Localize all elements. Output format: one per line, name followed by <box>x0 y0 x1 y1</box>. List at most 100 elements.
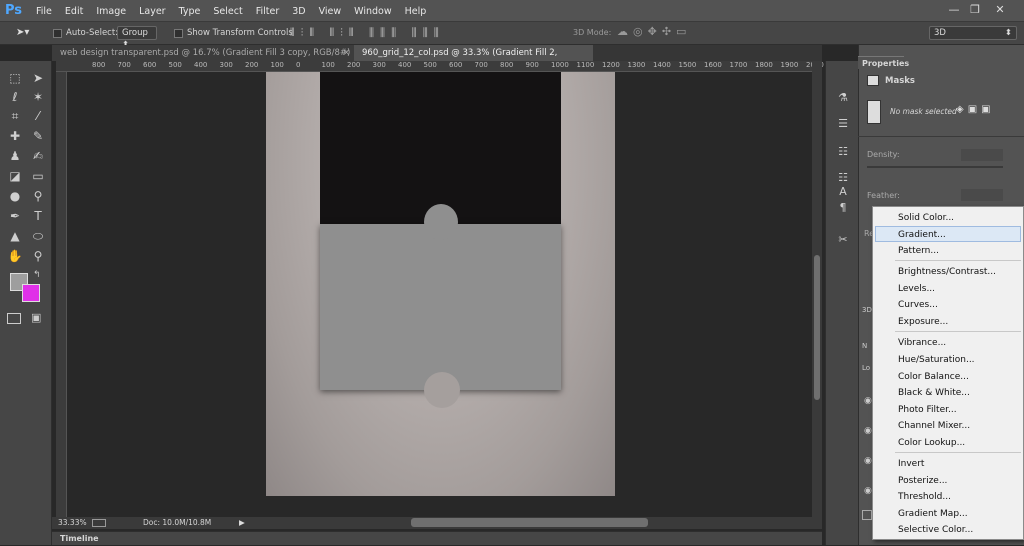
timeline-panel-tab[interactable]: Timeline <box>52 531 822 545</box>
status-preview-icon[interactable] <box>92 519 106 527</box>
tab-web-design[interactable]: web design transparent.psd @ 16.7% (Grad… <box>52 45 354 61</box>
layer-thumb-icon[interactable] <box>862 510 872 520</box>
tools-presets-icon[interactable]: ✂ <box>835 233 851 247</box>
screen-mode-icon[interactable]: ▣ <box>31 311 41 324</box>
blur-icon[interactable]: ● <box>4 187 26 206</box>
quick-mask-icon[interactable] <box>7 313 21 324</box>
vertical-scroll-thumb[interactable] <box>814 255 820 400</box>
eye-icon[interactable]: ◉ <box>864 396 872 406</box>
eraser-icon[interactable]: ◪ <box>4 167 26 186</box>
ruler-tick-label: 400 <box>194 61 208 69</box>
dodge-icon[interactable]: ⚲ <box>27 187 49 206</box>
auto-select-checkbox[interactable] <box>53 29 62 38</box>
brush-icon[interactable]: ✎ <box>27 127 49 146</box>
menu-item-gradient-map[interactable]: Gradient Map... <box>873 506 1023 522</box>
mask-action-icons[interactable]: ◈▣▣ <box>956 104 1016 118</box>
menu-type[interactable]: Type <box>179 6 201 17</box>
tab-960-grid[interactable]: 960_grid_12_col.psd @ 33.3% (Gradient Fi… <box>354 45 593 74</box>
menu-item-curves[interactable]: Curves... <box>873 297 1023 313</box>
menu-item-invert[interactable]: Invert <box>873 456 1023 472</box>
n-panel-tab[interactable]: N <box>862 342 867 350</box>
shape-icon[interactable]: ⬭ <box>27 227 49 246</box>
marquee-icon[interactable]: ⬚ <box>4 69 26 88</box>
menu-filter[interactable]: Filter <box>256 6 280 17</box>
menu-image[interactable]: Image <box>96 6 126 17</box>
actions-icon[interactable]: ☷ <box>835 171 851 185</box>
show-transform-checkbox[interactable] <box>174 29 183 38</box>
menu-item-color-balance[interactable]: Color Balance... <box>873 369 1023 385</box>
crop-icon[interactable]: ⌗ <box>4 107 26 126</box>
density-field[interactable] <box>961 149 1003 161</box>
paragraph-icon[interactable]: ¶ <box>835 201 851 215</box>
magic-wand-icon[interactable]: ✶ <box>27 88 49 107</box>
history-brush-icon[interactable]: ✍ <box>27 147 49 166</box>
menu-item-posterize[interactable]: Posterize... <box>873 473 1023 489</box>
menu-select[interactable]: Select <box>213 6 242 17</box>
hand-icon[interactable]: ✋ <box>4 247 26 266</box>
move-icon[interactable]: ➤ <box>27 69 49 88</box>
menu-3d[interactable]: 3D <box>292 6 305 17</box>
path-select-icon[interactable]: ▲ <box>4 227 26 246</box>
restore-button[interactable]: ❐ <box>967 3 983 17</box>
type-icon[interactable]: T <box>27 207 49 226</box>
horizontal-ruler: 800 700 600 500 400 300 200 100 0 100 200 300 400 500… <box>56 61 824 72</box>
move-tool-preset-icon[interactable]: ➤▾ <box>16 27 38 40</box>
zoom-icon[interactable]: ⚲ <box>27 247 49 266</box>
menu-help[interactable]: Help <box>405 6 427 17</box>
auto-select-dropdown[interactable]: Group ⬍ <box>117 26 157 50</box>
eye-icon[interactable]: ◉ <box>864 456 872 466</box>
ruler-tick-label: 300 <box>372 61 386 69</box>
menu-layer[interactable]: Layer <box>139 6 166 17</box>
adjustments-icon[interactable]: ☰ <box>835 117 851 131</box>
menu-view[interactable]: View <box>319 6 342 17</box>
ruler-tick-label: 1100 <box>576 61 595 69</box>
menu-item-channel-mixer[interactable]: Channel Mixer... <box>873 418 1023 434</box>
lasso-icon[interactable]: ℓ <box>4 88 26 107</box>
layer-comps-icon[interactable]: ☷ <box>835 145 851 159</box>
healing-icon[interactable]: ✚ <box>4 127 26 146</box>
menu-item-brightness-contrast[interactable]: Brightness/Contrast... <box>873 264 1023 280</box>
status-menu-arrow-icon[interactable]: ▶ <box>239 517 245 529</box>
swap-colors-icon[interactable]: ↰ <box>33 270 41 280</box>
density-slider[interactable] <box>867 166 1003 168</box>
layers-panel-tab[interactable]: Lo <box>862 364 870 372</box>
close-window-button[interactable]: ✕ <box>992 3 1008 17</box>
menu-window[interactable]: Window <box>354 6 391 17</box>
menu-item-pattern[interactable]: Pattern... <box>873 243 1023 259</box>
mask-thumbnail[interactable] <box>867 100 881 124</box>
workspace-dropdown[interactable]: 3D ⬍ <box>929 26 1017 40</box>
minimize-button[interactable]: — <box>946 3 962 17</box>
menu-item-gradient[interactable]: Gradient... <box>875 226 1021 242</box>
align-distribute-icons[interactable]: ⫴⫶⫴ ⫴⫶⫴ ⫼⫼⫼ ⫼⫼⫼ <box>290 26 580 41</box>
properties-tab[interactable]: Properties <box>858 56 909 69</box>
menu-item-hue-saturation[interactable]: Hue/Saturation... <box>873 352 1023 368</box>
3d-mode-icons[interactable]: ☁◎✥✣▭ <box>617 25 712 40</box>
menu-item-vibrance[interactable]: Vibrance... <box>873 335 1023 351</box>
feather-field[interactable] <box>961 189 1003 201</box>
menu-edit[interactable]: Edit <box>65 6 83 17</box>
menu-item-exposure[interactable]: Exposure... <box>873 314 1023 330</box>
ruler-tick-label: 700 <box>117 61 131 69</box>
menu-item-threshold[interactable]: Threshold... <box>873 489 1023 505</box>
tab-close-icon[interactable]: × <box>343 45 350 61</box>
background-color-swatch[interactable] <box>22 284 40 302</box>
gradient-icon[interactable]: ▭ <box>27 167 49 186</box>
stamp-icon[interactable]: ♟ <box>4 147 26 166</box>
ruler-tick-label: 700 <box>474 61 488 69</box>
menu-file[interactable]: File <box>36 6 52 17</box>
zoom-level[interactable]: 33.33% <box>58 517 87 529</box>
character-icon[interactable]: A <box>835 185 851 199</box>
history-icon[interactable]: ⚗ <box>835 91 851 105</box>
menu-item-black-white[interactable]: Black & White... <box>873 385 1023 401</box>
menu-item-color-lookup[interactable]: Color Lookup... <box>873 435 1023 451</box>
3d-panel-tab[interactable]: 3D <box>862 306 872 314</box>
eye-icon[interactable]: ◉ <box>864 486 872 496</box>
menu-item-selective-color[interactable]: Selective Color... <box>873 522 1023 538</box>
pen-icon[interactable]: ✒ <box>4 207 26 226</box>
eye-icon[interactable]: ◉ <box>864 426 872 436</box>
menu-item-solid-color[interactable]: Solid Color... <box>873 210 1023 226</box>
eyedropper-icon[interactable]: ⁄ <box>27 107 49 126</box>
menu-item-photo-filter[interactable]: Photo Filter... <box>873 402 1023 418</box>
menu-item-levels[interactable]: Levels... <box>873 281 1023 297</box>
horizontal-scroll-thumb[interactable] <box>411 518 648 527</box>
